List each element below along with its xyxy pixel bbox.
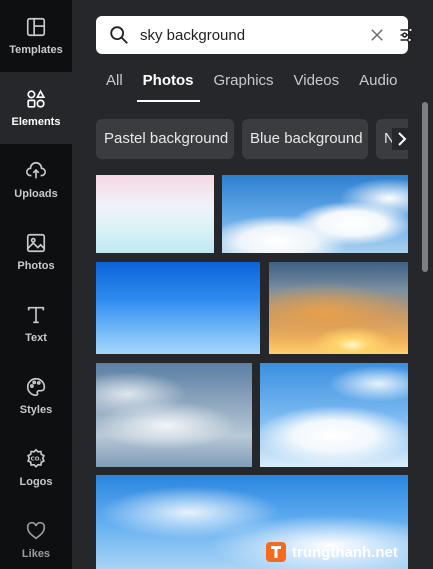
- sidebar-item-label: Text: [25, 332, 47, 344]
- sidebar-item-label: Styles: [19, 404, 53, 416]
- photo-icon: [26, 233, 46, 253]
- side-panel: All Photos Graphics Videos Audio Pastel …: [72, 0, 433, 569]
- search-icon: [110, 26, 128, 44]
- sidebar-item-label: Uploads: [14, 188, 58, 200]
- sidebar-item-uploads[interactable]: Uploads: [0, 144, 72, 216]
- watermark-logo: [266, 542, 286, 562]
- watermark-t-icon: [271, 546, 281, 558]
- sidebar-item-templates[interactable]: Templates: [0, 0, 72, 72]
- sidebar-item-text[interactable]: Text: [0, 288, 72, 360]
- sidebar-item-elements[interactable]: Elements: [0, 72, 72, 144]
- tab-graphics[interactable]: Graphics: [204, 66, 284, 102]
- sidebar-item-label: Templates: [9, 44, 63, 56]
- sidebar: Templates Elements Uploads Photos Text S…: [0, 0, 72, 569]
- svg-text:CO.: CO.: [31, 457, 42, 463]
- chip-blue-background[interactable]: Blue background: [242, 119, 368, 159]
- sidebar-item-label: Photos: [17, 260, 55, 272]
- clear-icon[interactable]: [368, 26, 386, 44]
- cloudy-sky-photo[interactable]: [96, 363, 252, 467]
- content-tabs: All Photos Graphics Videos Audio: [96, 66, 408, 102]
- text-icon: [27, 306, 45, 324]
- gradient-blue-sky-photo[interactable]: [96, 262, 260, 354]
- heart-icon: [26, 521, 46, 540]
- sidebar-item-photos[interactable]: Photos: [0, 216, 72, 288]
- sunset-sky-photo[interactable]: [269, 262, 408, 354]
- tab-photos[interactable]: Photos: [133, 66, 204, 102]
- chips-next-button[interactable]: [392, 128, 412, 150]
- search-bar: [96, 16, 416, 54]
- search-input[interactable]: [140, 24, 340, 46]
- sidebar-item-label: Elements: [11, 116, 61, 128]
- watermark-text: trungthanh.net: [292, 543, 398, 561]
- upload-cloud-icon: [26, 162, 46, 179]
- sidebar-item-logos[interactable]: CO. Logos: [0, 432, 72, 504]
- sidebar-item-likes[interactable]: Likes: [0, 504, 72, 569]
- pastel-sky-photo[interactable]: [96, 175, 214, 253]
- sidebar-item-styles[interactable]: Styles: [0, 360, 72, 432]
- watermark: trungthanh.net: [266, 540, 398, 564]
- tab-videos[interactable]: Videos: [284, 66, 350, 102]
- logo-badge-icon: CO.: [27, 448, 45, 468]
- chip-pastel-background[interactable]: Pastel background: [96, 119, 234, 159]
- elements-icon: [27, 89, 46, 108]
- suggestion-chips: Pastel background Blue background Na: [96, 119, 408, 159]
- palette-icon: [27, 377, 46, 397]
- tab-audio[interactable]: Audio: [349, 66, 407, 102]
- chevron-right-icon: [398, 132, 407, 146]
- sidebar-item-label: Likes: [21, 548, 51, 560]
- blue-sky-clouds-photo[interactable]: [222, 175, 408, 253]
- templates-icon: [26, 17, 46, 37]
- sidebar-item-label: Logos: [19, 476, 53, 488]
- bright-clouds-photo[interactable]: [260, 363, 408, 467]
- tab-all[interactable]: All: [96, 66, 133, 102]
- filter-icon[interactable]: [398, 25, 418, 45]
- panel-scrollbar[interactable]: [422, 102, 428, 272]
